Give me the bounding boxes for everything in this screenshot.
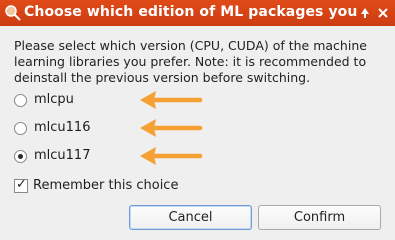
remember-checkbox[interactable]: ✓: [14, 177, 28, 193]
radio-button[interactable]: [14, 122, 27, 135]
remember-label: Remember this choice: [33, 178, 179, 193]
arrow-annotation-icon: [140, 119, 203, 137]
title-bar[interactable]: Choose which edition of ML packages you: [0, 0, 395, 26]
cancel-button[interactable]: Cancel: [129, 205, 252, 230]
radio-button-selected[interactable]: [14, 150, 27, 163]
confirm-button[interactable]: Confirm: [258, 205, 381, 230]
radio-button[interactable]: [14, 94, 27, 107]
arrow-annotation-icon: [140, 91, 203, 109]
app-icon: [5, 5, 21, 21]
pin-icon[interactable]: [357, 5, 373, 21]
instruction-message: Please select which version (CPU, CUDA) …: [14, 38, 367, 85]
window-title: Choose which edition of ML packages you: [24, 4, 358, 20]
option-label: mlcu116: [34, 120, 91, 135]
close-icon[interactable]: [375, 5, 391, 21]
option-label: mlcpu: [34, 92, 74, 107]
arrow-annotation-icon: [140, 147, 203, 165]
checkmark-icon: ✓: [16, 177, 27, 192]
option-label: mlcu117: [34, 148, 91, 163]
